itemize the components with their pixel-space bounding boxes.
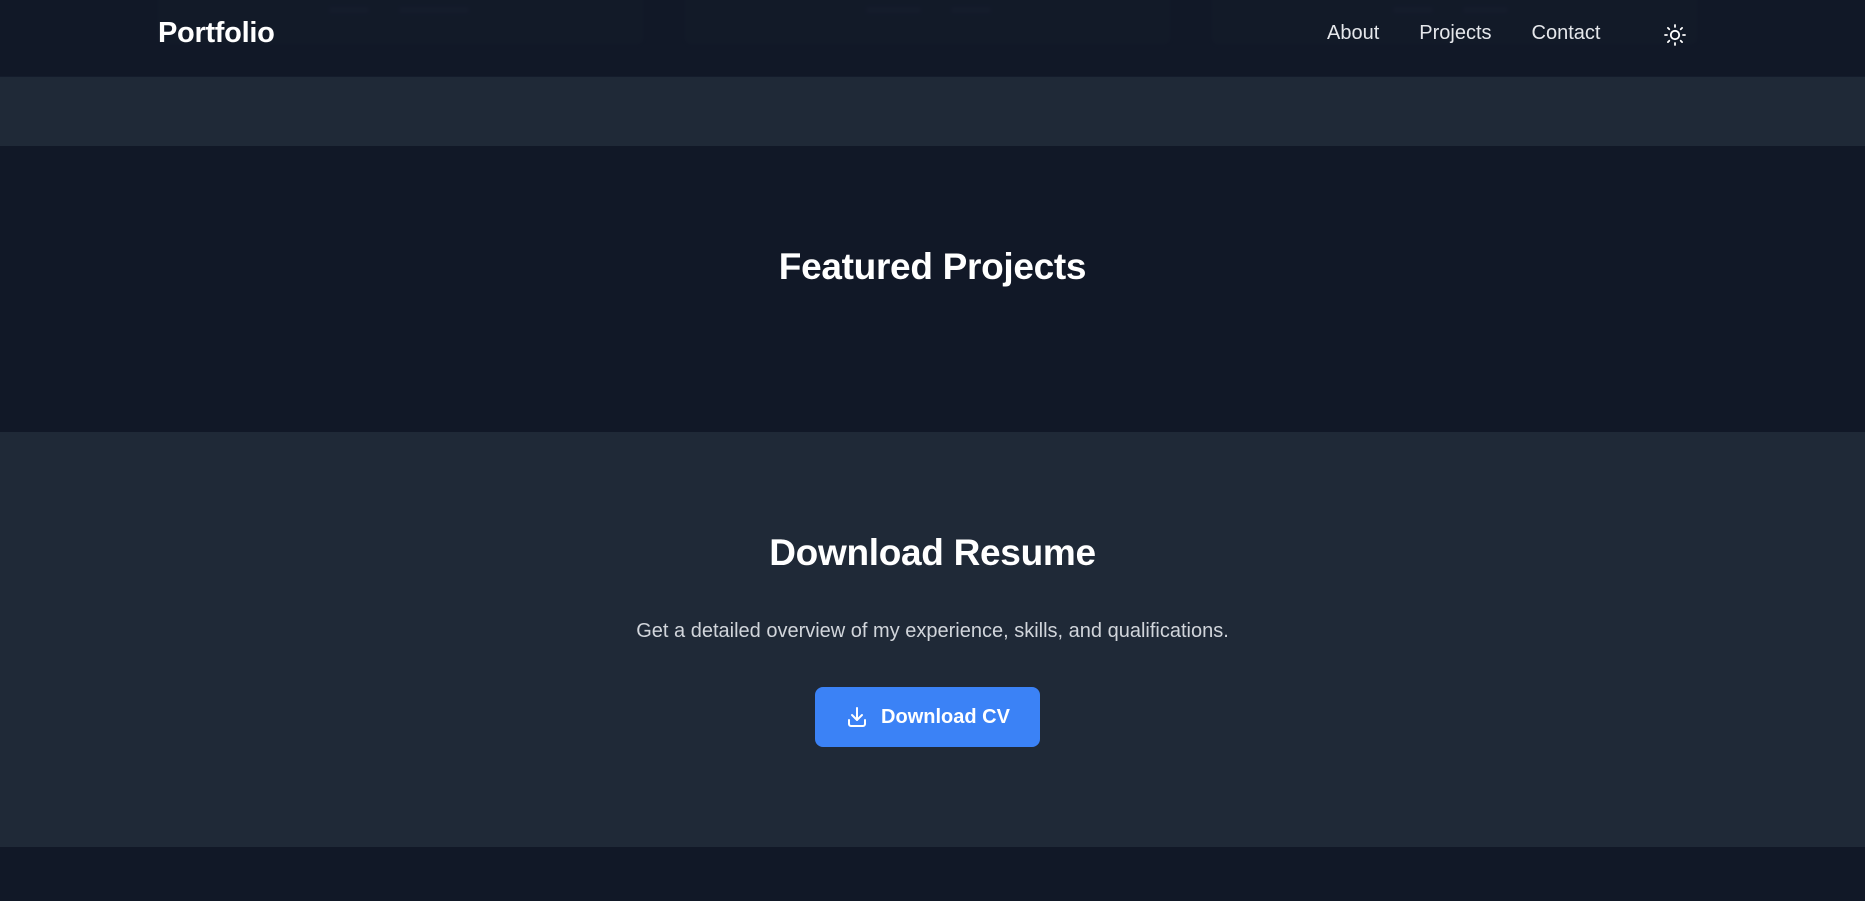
nav-link-about[interactable]: About xyxy=(1327,22,1379,45)
navbar: Portfolio About Projects Contact xyxy=(0,0,1865,77)
download-icon xyxy=(848,707,867,727)
download-cv-button[interactable]: Download CV xyxy=(815,687,1040,747)
download-resume-section: Download Resume Get a detailed overview … xyxy=(0,432,1865,847)
nav-link-projects[interactable]: Projects xyxy=(1419,22,1491,45)
nav-links: About Projects Contact xyxy=(1327,22,1600,45)
brand-logo[interactable]: Portfolio xyxy=(158,17,275,50)
download-cv-label: Download CV xyxy=(881,705,1010,728)
featured-projects-title: Featured Projects xyxy=(778,246,1087,287)
download-resume-description: Get a detailed overview of my experience… xyxy=(636,620,1229,642)
footer-band xyxy=(0,847,1865,901)
page: Portfolio About Projects Contact Feature… xyxy=(0,0,1865,901)
featured-projects-section: Featured Projects xyxy=(0,146,1865,432)
sun-icon xyxy=(1664,24,1686,46)
download-resume-title: Download Resume xyxy=(769,532,1096,573)
theme-toggle-button[interactable] xyxy=(1660,20,1690,50)
nav-link-contact[interactable]: Contact xyxy=(1532,22,1601,45)
section-divider-band xyxy=(0,77,1865,146)
